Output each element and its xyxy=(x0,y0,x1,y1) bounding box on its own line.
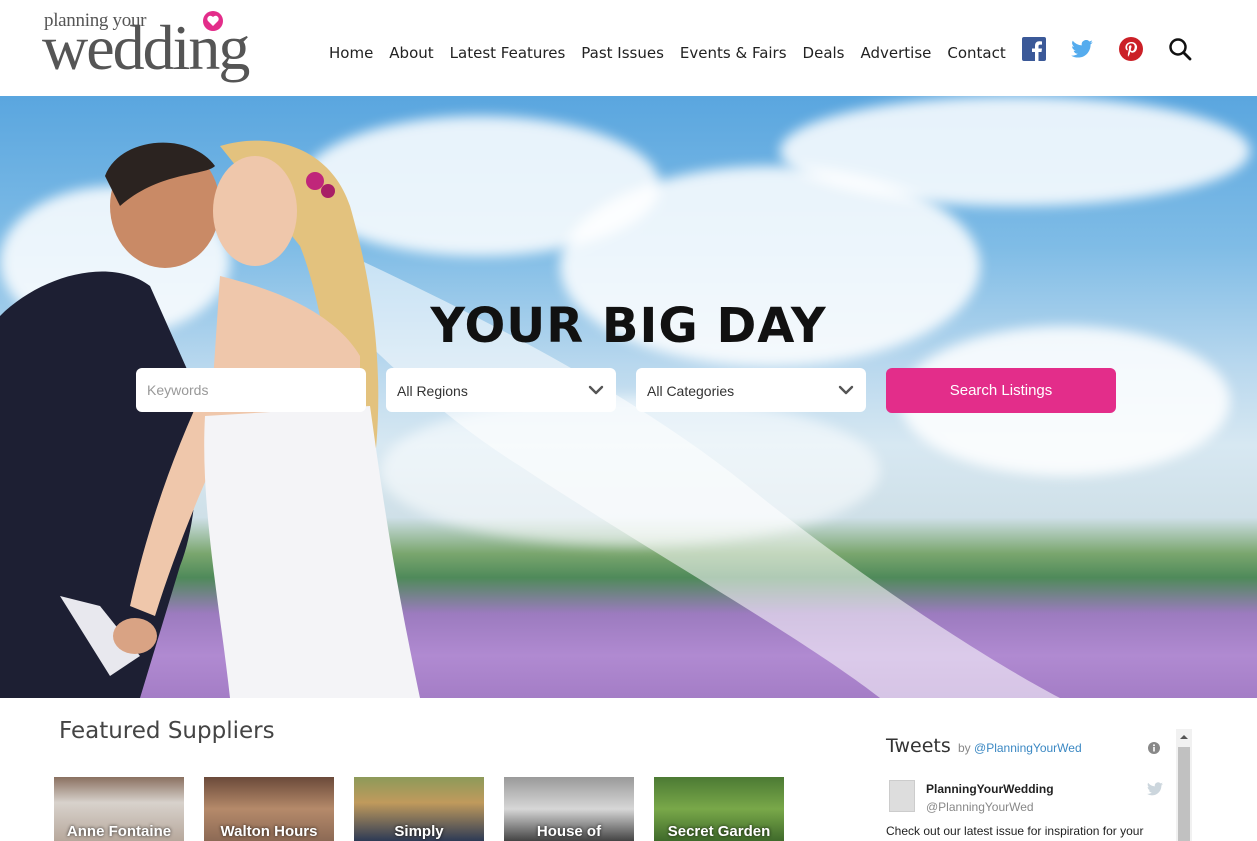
nav-deals[interactable]: Deals xyxy=(803,44,845,62)
nav-past-issues[interactable]: Past Issues xyxy=(581,44,664,62)
scroll-up-icon[interactable] xyxy=(1180,733,1188,741)
hero-banner: YOUR BIG DAY All Regions All Categories … xyxy=(0,96,1257,698)
nav-home[interactable]: Home xyxy=(329,44,373,62)
tweets-scrollbar[interactable] xyxy=(1176,729,1192,841)
nav-contact[interactable]: Contact xyxy=(947,44,1005,62)
twitter-timeline-widget: Tweets by @PlanningYourWed PlanningYourW… xyxy=(876,729,1192,841)
nav-latest-features[interactable]: Latest Features xyxy=(450,44,566,62)
nav-events-fairs[interactable]: Events & Fairs xyxy=(680,44,787,62)
tweet-text: Check out our latest issue for inspirati… xyxy=(886,824,1144,838)
supplier-card[interactable]: House of xyxy=(504,777,634,841)
supplier-card[interactable]: Walton Hours xyxy=(204,777,334,841)
supplier-name: Simply xyxy=(394,823,444,840)
category-select-value: All Categories xyxy=(647,383,735,399)
supplier-name: Secret Garden xyxy=(667,823,771,840)
featured-suppliers-heading: Featured Suppliers xyxy=(59,718,275,744)
hero-title: YOUR BIG DAY xyxy=(430,298,827,354)
keywords-field[interactable] xyxy=(136,368,366,412)
nav-advertise[interactable]: Advertise xyxy=(861,44,932,62)
site-logo[interactable]: planning your wedding xyxy=(42,8,304,92)
heart-icon xyxy=(203,11,223,31)
region-select[interactable]: All Regions xyxy=(386,368,616,412)
tweet-author-handle[interactable]: @PlanningYourWed xyxy=(926,800,1034,814)
chevron-down-icon xyxy=(588,385,604,395)
tweets-by-prefix: by xyxy=(958,741,971,755)
tweets-by-line: by @PlanningYourWed xyxy=(958,741,1082,755)
keywords-input[interactable] xyxy=(136,368,366,412)
facebook-icon[interactable] xyxy=(1022,36,1046,62)
region-select-value: All Regions xyxy=(397,383,468,399)
scroll-thumb[interactable] xyxy=(1178,747,1190,841)
couple-photo xyxy=(0,140,1060,698)
info-icon[interactable] xyxy=(1148,742,1160,754)
supplier-card[interactable]: Secret Garden xyxy=(654,777,784,841)
tweets-by-handle[interactable]: @PlanningYourWed xyxy=(974,741,1082,755)
supplier-name: House of xyxy=(536,823,602,840)
pinterest-icon[interactable] xyxy=(1119,36,1143,62)
site-header: planning your wedding Home About Latest … xyxy=(0,0,1257,96)
supplier-name: Walton Hours xyxy=(220,823,318,840)
supplier-name: Anne Fontaine xyxy=(66,823,172,840)
chevron-down-icon xyxy=(838,385,854,395)
tweets-heading: Tweets xyxy=(886,735,951,757)
supplier-card[interactable]: Anne Fontaine xyxy=(54,777,184,841)
tweet-author-avatar[interactable] xyxy=(889,780,915,812)
main-nav: Home About Latest Features Past Issues E… xyxy=(329,44,1022,62)
twitter-bird-icon xyxy=(1147,782,1163,796)
tweet-author-name[interactable]: PlanningYourWedding xyxy=(926,782,1054,796)
search-icon[interactable] xyxy=(1167,36,1193,62)
search-listings-button[interactable]: Search Listings xyxy=(886,368,1116,413)
supplier-card[interactable]: Simply xyxy=(354,777,484,841)
nav-about[interactable]: About xyxy=(389,44,433,62)
twitter-icon[interactable] xyxy=(1070,36,1094,62)
category-select[interactable]: All Categories xyxy=(636,368,866,412)
